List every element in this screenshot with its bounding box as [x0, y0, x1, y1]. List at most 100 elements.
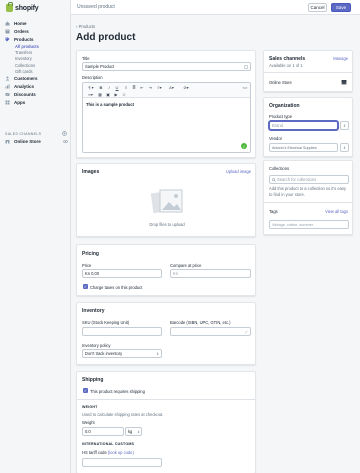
nav-item-online-store[interactable]: Online Store	[5, 139, 68, 144]
show-html-icon[interactable]: <>	[242, 84, 248, 90]
nav-item-home[interactable]: Home	[0, 19, 71, 27]
nav-item-apps[interactable]: Apps	[0, 98, 71, 106]
link-button[interactable]: ∞▾	[86, 91, 95, 97]
description-editor[interactable]: ¶ ▾ B I U ≡ ≣ ⇤ ⇥ ≡▾ A▾ ⊘▾ <> ∞▾ ▦ ▣ ▶ ☺…	[82, 82, 251, 153]
title-input[interactable]: Sample Product	[82, 62, 251, 71]
collections-search-placeholder: Search for collections	[277, 177, 317, 182]
indent-icon[interactable]: ⇥	[147, 84, 153, 90]
product-type-label: Product type	[269, 114, 292, 119]
organization-heading: Organization	[269, 103, 300, 109]
clipboard-icon	[244, 64, 248, 69]
upload-image-link[interactable]: Upload image	[226, 169, 251, 174]
online-store-channel: Online Store	[269, 80, 292, 85]
charge-taxes-checkbox[interactable]: ✓	[83, 284, 88, 289]
price-label: Price	[82, 263, 92, 268]
customs-heading: INTERNATIONAL CUSTOMS	[82, 442, 135, 446]
add-channel-icon[interactable]	[62, 131, 67, 136]
title-input-value: Sample Product	[85, 64, 115, 69]
images-card: Images Upload image Drop files to upload	[76, 163, 256, 237]
pricing-card: Pricing Price Kn 0,00 Compare at price K…	[76, 244, 256, 296]
cancel-button[interactable]: Cancel	[308, 3, 327, 12]
nav-item-analytics[interactable]: Analytics	[0, 82, 71, 90]
inventory-policy-label: Inventory policy	[82, 343, 111, 348]
description-text: This is a sample product	[86, 102, 134, 107]
manage-channels-link[interactable]: Manage	[333, 56, 348, 61]
breadcrumb[interactable]: ‹ Products	[76, 24, 95, 29]
table-icon[interactable]: ▦	[97, 91, 103, 97]
barcode-label: Barcode (ISBN, UPC, GTIN, etc.)	[170, 320, 231, 325]
numbered-list-icon[interactable]: ≣	[131, 84, 137, 90]
select-chevron-icon: ⇕	[137, 429, 140, 434]
weight-unit-select[interactable]: kg ⇕	[125, 427, 142, 436]
description-label: Description	[82, 75, 103, 80]
customers-icon	[5, 76, 10, 81]
nav-label: Products	[14, 36, 34, 42]
shipping-heading: Shipping	[82, 377, 104, 383]
drop-files-text[interactable]: Drop files to upload	[77, 222, 257, 227]
product-details-card: Title Sample Product Description ¶ ▾ B I…	[76, 50, 256, 158]
collections-search-input[interactable]: Search for collections	[269, 175, 349, 184]
brand-name: shopify	[15, 4, 39, 12]
shopify-logo[interactable]: shopify	[6, 2, 39, 14]
text-color-button[interactable]: A▾	[167, 84, 176, 90]
title-label: Title	[82, 56, 90, 61]
italic-button[interactable]: I	[106, 84, 112, 90]
sales-channels-heading-text: SALES CHANNELS	[5, 131, 42, 136]
emoji-icon[interactable]: ☺	[121, 91, 127, 97]
shipping-card: Shipping ✓ This product requires shippin…	[76, 371, 256, 473]
vendor-input[interactable]: Antonic's Electrical Supplies	[269, 143, 338, 152]
nav-label: Orders	[14, 28, 29, 34]
nav-item-customers[interactable]: Customers	[0, 74, 71, 82]
barcode-input[interactable]	[170, 327, 251, 336]
paragraph-format-button[interactable]: ¶ ▾	[86, 84, 96, 90]
inventory-policy-select[interactable]: Don't track inventory ⇕	[82, 349, 162, 358]
product-type-dropdown-icon[interactable]: ⇕	[340, 121, 349, 130]
bulleted-list-icon[interactable]: ≡	[123, 84, 129, 90]
collections-help: Add this product to a collection so it's…	[269, 186, 347, 197]
weight-input[interactable]: 0.0	[82, 427, 124, 436]
image-placeholder-icon	[150, 189, 183, 214]
calendar-icon[interactable]	[341, 79, 347, 85]
sku-input[interactable]	[82, 327, 162, 336]
weight-unit-value: kg	[128, 429, 133, 434]
align-button[interactable]: ≡▾	[155, 84, 164, 90]
hs-code-input[interactable]	[82, 458, 162, 467]
pricing-heading: Pricing	[82, 251, 99, 257]
weight-heading: WEIGHT	[82, 405, 98, 409]
underline-button[interactable]: U	[114, 84, 120, 90]
inventory-card: Inventory SKU (Stock Keeping Unit) Barco…	[76, 302, 256, 365]
vendor-label: Vendor	[269, 136, 282, 141]
nav-label: Analytics	[14, 83, 35, 89]
sales-channels-heading: SALES CHANNELS	[5, 131, 67, 136]
vendor-dropdown-icon[interactable]: ⇕	[340, 143, 349, 152]
nav-item-orders[interactable]: Orders	[0, 27, 71, 35]
select-chevron-icon: ⇕	[156, 351, 159, 356]
compare-price-input[interactable]: Kn	[170, 269, 251, 278]
save-button[interactable]: Save	[331, 3, 351, 12]
view-all-tags-link[interactable]: View all tags	[325, 209, 348, 214]
collections-heading: Collections	[269, 166, 290, 171]
image-icon[interactable]: ▣	[105, 91, 111, 97]
product-type-input[interactable]: Brand	[269, 121, 338, 130]
nav-label: Discounts	[14, 91, 36, 97]
price-input[interactable]: Kn 0,00	[82, 269, 162, 278]
grammar-check-icon[interactable]: ✓	[241, 143, 247, 149]
video-icon[interactable]: ▶	[113, 91, 119, 97]
clear-format-button[interactable]: ⊘▾	[181, 84, 191, 90]
tags-input[interactable]: Vintage, cotton, summer	[269, 220, 349, 229]
resize-handle-icon	[244, 330, 248, 334]
requires-shipping-label: This product requires shipping	[90, 388, 145, 394]
outdent-icon[interactable]: ⇤	[139, 84, 145, 90]
search-icon	[272, 177, 276, 182]
collections-card: Collections Search for collections Add t…	[263, 160, 353, 202]
images-heading: Images	[82, 169, 100, 175]
bold-button[interactable]: B	[98, 84, 104, 90]
eye-icon[interactable]	[62, 139, 68, 144]
nav-item-products[interactable]: Products	[0, 35, 71, 43]
look-up-code-link[interactable]: (look up code)	[108, 450, 134, 455]
analytics-icon	[5, 84, 10, 89]
nav-item-discounts[interactable]: Discounts	[0, 90, 71, 98]
requires-shipping-checkbox[interactable]: ✓	[83, 388, 88, 393]
inventory-heading: Inventory	[82, 308, 105, 314]
apps-icon	[5, 100, 10, 105]
